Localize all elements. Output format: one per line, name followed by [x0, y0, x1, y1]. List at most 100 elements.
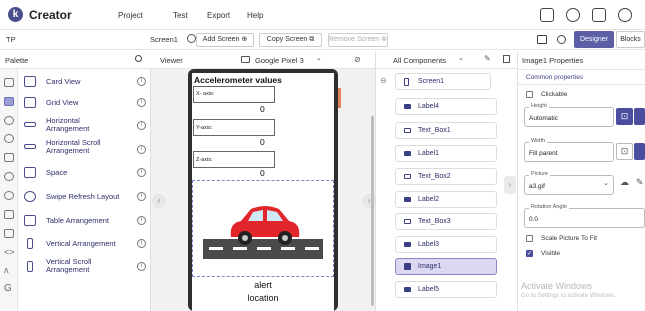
connectivity-icon[interactable]: [4, 229, 14, 238]
info-icon[interactable]: i: [137, 121, 146, 130]
image1-car[interactable]: [192, 180, 334, 277]
chevron-down-icon[interactable]: [187, 34, 196, 43]
menu-project[interactable]: Project: [118, 11, 143, 20]
copy-screen-button[interactable]: Copy Screen ⧉: [259, 33, 322, 47]
y-axis-box[interactable]: Y-axis:: [193, 119, 275, 136]
collapse-left-icon[interactable]: ‹: [152, 194, 166, 208]
collapse-tree-icon[interactable]: ⊖: [380, 76, 387, 85]
palette-item-label: Horizontal Arrangement: [46, 116, 90, 133]
textbox-icon: [404, 128, 411, 133]
edit-icon[interactable]: ✎: [484, 54, 491, 63]
info-icon[interactable]: i: [137, 262, 146, 271]
component-label1[interactable]: Label1: [395, 145, 497, 162]
components-filter[interactable]: All Components: [393, 56, 446, 65]
info-icon[interactable]: i: [137, 168, 146, 177]
clickable-checkbox[interactable]: [526, 91, 533, 98]
google-icon[interactable]: G: [4, 284, 14, 294]
activation-watermark-title: Activate Windows: [521, 281, 593, 291]
device-selector[interactable]: Google Pixel 3: [255, 56, 304, 65]
info-icon[interactable]: i: [137, 77, 146, 86]
collapse-components-icon[interactable]: ›: [504, 176, 516, 194]
properties-title: Image1 Properties: [522, 56, 584, 65]
code-icon[interactable]: <>: [4, 248, 15, 257]
project-name: TP: [6, 35, 16, 44]
project-toolbar: [0, 30, 645, 50]
component-label: Label2: [418, 196, 440, 203]
scale-picture-checkbox[interactable]: [526, 235, 533, 242]
maps-icon[interactable]: [4, 153, 14, 162]
viewer-scrollbar[interactable]: [371, 116, 374, 306]
height-field[interactable]: Automatic: [524, 107, 614, 127]
palette-item-label: Grid View: [46, 98, 79, 107]
component-text-box2[interactable]: Text_Box2: [395, 168, 497, 185]
sensors-icon[interactable]: [4, 172, 14, 181]
component-label5[interactable]: Label5: [395, 281, 497, 298]
chevron-down-icon[interactable]: ⌄: [316, 54, 322, 62]
search-icon[interactable]: [135, 55, 142, 62]
gallery-icon[interactable]: [566, 8, 580, 22]
app-title: Creator: [29, 8, 72, 22]
component-label: Label5: [418, 286, 440, 293]
divider: [517, 84, 645, 85]
space-icon: [24, 167, 36, 178]
upload-icon[interactable]: ☁: [620, 177, 629, 188]
edit-icon[interactable]: ✎: [636, 177, 644, 188]
info-icon[interactable]: i: [137, 239, 146, 248]
menu-export[interactable]: Export: [207, 11, 230, 20]
media-icon[interactable]: [4, 116, 14, 125]
component-label: Screen1: [418, 78, 445, 85]
width-automatic-icon[interactable]: ⊡: [616, 143, 633, 160]
layout-icon[interactable]: [4, 97, 14, 106]
inbox-icon[interactable]: [540, 8, 554, 22]
component-text-box1[interactable]: Text_Box1: [395, 122, 497, 139]
palette-item-horizontal-arrangement[interactable]: Horizontal Arrangement i: [18, 113, 150, 139]
document-icon[interactable]: [592, 8, 606, 22]
tablet-icon[interactable]: [537, 35, 547, 44]
drawing-icon[interactable]: [4, 134, 14, 143]
info-icon[interactable]: i: [137, 216, 146, 225]
scroll-indicator: [338, 88, 341, 108]
visible-checkbox[interactable]: ✓: [526, 250, 533, 257]
menu-help[interactable]: Help: [247, 11, 263, 20]
chevron-down-icon[interactable]: ⌄: [458, 54, 464, 62]
palette-item-label: Card View: [46, 77, 81, 86]
width-field[interactable]: Fill parent: [524, 142, 614, 162]
gear-icon[interactable]: [557, 35, 566, 44]
component-label3[interactable]: Label3: [395, 236, 497, 253]
component-label: Text_Box3: [418, 218, 451, 225]
palette-item-swipe-refresh-layout[interactable]: Swipe Refresh Layout i: [18, 184, 150, 210]
blocks-button[interactable]: Blocks: [616, 31, 645, 48]
z-axis-box[interactable]: Z-axis:: [193, 151, 275, 168]
picture-field[interactable]: a3.gif: [524, 175, 614, 195]
rotation-field[interactable]: 0.0: [524, 208, 645, 228]
chevron-down-icon[interactable]: ⌄: [603, 179, 609, 187]
palette-item-vertical-scroll-arrangement[interactable]: Vertical Scroll Arrangement i: [18, 254, 150, 280]
info-icon[interactable]: i: [137, 98, 146, 107]
width-fill-icon[interactable]: [634, 143, 645, 160]
add-screen-button[interactable]: Add Screen ⊕: [196, 33, 254, 47]
component-text-box3[interactable]: Text_Box3: [395, 213, 497, 230]
info-icon[interactable]: i: [137, 145, 146, 154]
screen-selector[interactable]: Screen1: [150, 35, 178, 44]
user-interface-icon[interactable]: [4, 78, 14, 87]
trash-icon[interactable]: [503, 55, 510, 63]
remove-screen-button[interactable]: Remove Screen ⊗: [328, 33, 388, 47]
height-fill-icon[interactable]: [634, 108, 645, 125]
height-automatic-icon[interactable]: ⊡: [616, 108, 633, 125]
palette-item-space[interactable]: Space i: [18, 160, 150, 186]
hide-icon[interactable]: ⊘: [354, 55, 361, 64]
component-label2[interactable]: Label2: [395, 191, 497, 208]
component-screen1[interactable]: Screen1: [395, 73, 491, 90]
x-axis-box[interactable]: X- axis:: [193, 86, 275, 103]
picture-label: Picture: [529, 171, 551, 177]
info-icon[interactable]: i: [137, 192, 146, 201]
storage-icon[interactable]: [4, 210, 14, 219]
menu-test[interactable]: Test: [173, 11, 188, 20]
component-label4[interactable]: Label4: [395, 98, 497, 115]
component-image1[interactable]: Image1: [395, 258, 497, 275]
social-icon[interactable]: [4, 191, 14, 200]
rss-icon[interactable]: ᴧ: [4, 266, 14, 275]
dollar-icon[interactable]: [618, 8, 632, 22]
z-axis-label: Z-axis:: [196, 157, 213, 163]
designer-button[interactable]: Designer: [574, 31, 614, 48]
